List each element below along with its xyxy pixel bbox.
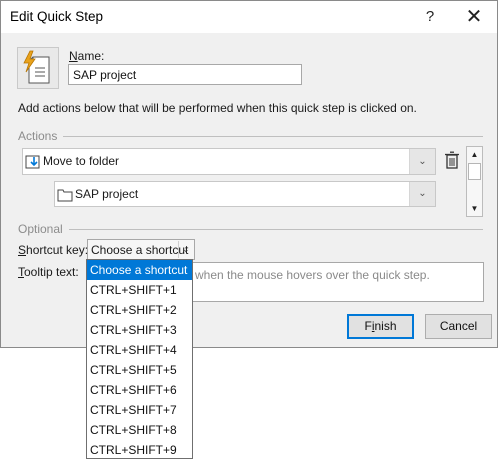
scroll-down-icon[interactable]: ▼ [467, 201, 482, 216]
delete-action-icon[interactable] [444, 151, 460, 172]
chevron-down-icon[interactable]: ⌄ [178, 241, 193, 258]
shortcut-dropdown-list[interactable]: Choose a shortcut CTRL+SHIFT+1 CTRL+SHIF… [86, 259, 193, 459]
edit-quick-step-dialog: Edit Quick Step ? ✕ Name: SAP project Ad… [0, 0, 498, 348]
quick-step-icon [17, 47, 59, 89]
shortcut-option[interactable]: CTRL+SHIFT+2 [87, 300, 192, 320]
action-select-value: Move to folder [43, 154, 120, 168]
name-input[interactable]: SAP project [68, 64, 302, 85]
cancel-button[interactable]: Cancel [425, 314, 492, 339]
shortcut-option[interactable]: CTRL+SHIFT+7 [87, 400, 192, 420]
actions-divider [63, 136, 483, 137]
shortcut-key-select[interactable]: Choose a shortcut ⌄ [87, 239, 195, 260]
finish-button[interactable]: Finish [347, 314, 414, 339]
folder-icon [57, 187, 73, 206]
help-button[interactable]: ? [415, 5, 445, 29]
scroll-thumb[interactable] [468, 163, 481, 180]
chevron-down-icon[interactable]: ⌄ [409, 182, 435, 206]
shortcut-option[interactable]: CTRL+SHIFT+5 [87, 360, 192, 380]
folder-select[interactable]: SAP project ⌄ [54, 181, 436, 207]
shortcut-option[interactable]: CTRL+SHIFT+1 [87, 280, 192, 300]
shortcut-option[interactable]: CTRL+SHIFT+4 [87, 340, 192, 360]
actions-section-label: Actions [18, 129, 58, 143]
shortcut-key-value: Choose a shortcut [91, 243, 189, 257]
scroll-up-icon[interactable]: ▲ [467, 147, 482, 162]
shortcut-option[interactable]: CTRL+SHIFT+8 [87, 420, 192, 440]
shortcut-option[interactable]: CTRL+SHIFT+9 [87, 440, 192, 460]
tooltip-placeholder: when the mouse hovers over the quick ste… [195, 268, 430, 282]
shortcut-option[interactable]: CTRL+SHIFT+6 [87, 380, 192, 400]
move-to-folder-icon [25, 154, 41, 173]
action-select[interactable]: Move to folder ⌄ [22, 148, 436, 175]
name-label: Name: [69, 49, 105, 63]
optional-divider [69, 229, 483, 230]
chevron-down-icon[interactable]: ⌄ [409, 149, 435, 174]
shortcut-option[interactable]: CTRL+SHIFT+3 [87, 320, 192, 340]
title-bar: Edit Quick Step ? ✕ [1, 1, 497, 33]
description-text: Add actions below that will be performed… [18, 101, 417, 115]
folder-select-value: SAP project [75, 187, 139, 201]
shortcut-key-label: Shortcut key: [18, 243, 89, 257]
dialog-title: Edit Quick Step [10, 9, 104, 24]
tooltip-text-label: Tooltip text: [18, 265, 79, 279]
optional-section-label: Optional [18, 222, 63, 236]
actions-scrollbar[interactable]: ▲ ▼ [466, 146, 483, 217]
close-button[interactable]: ✕ [459, 5, 489, 29]
shortcut-option[interactable]: Choose a shortcut [87, 260, 192, 280]
